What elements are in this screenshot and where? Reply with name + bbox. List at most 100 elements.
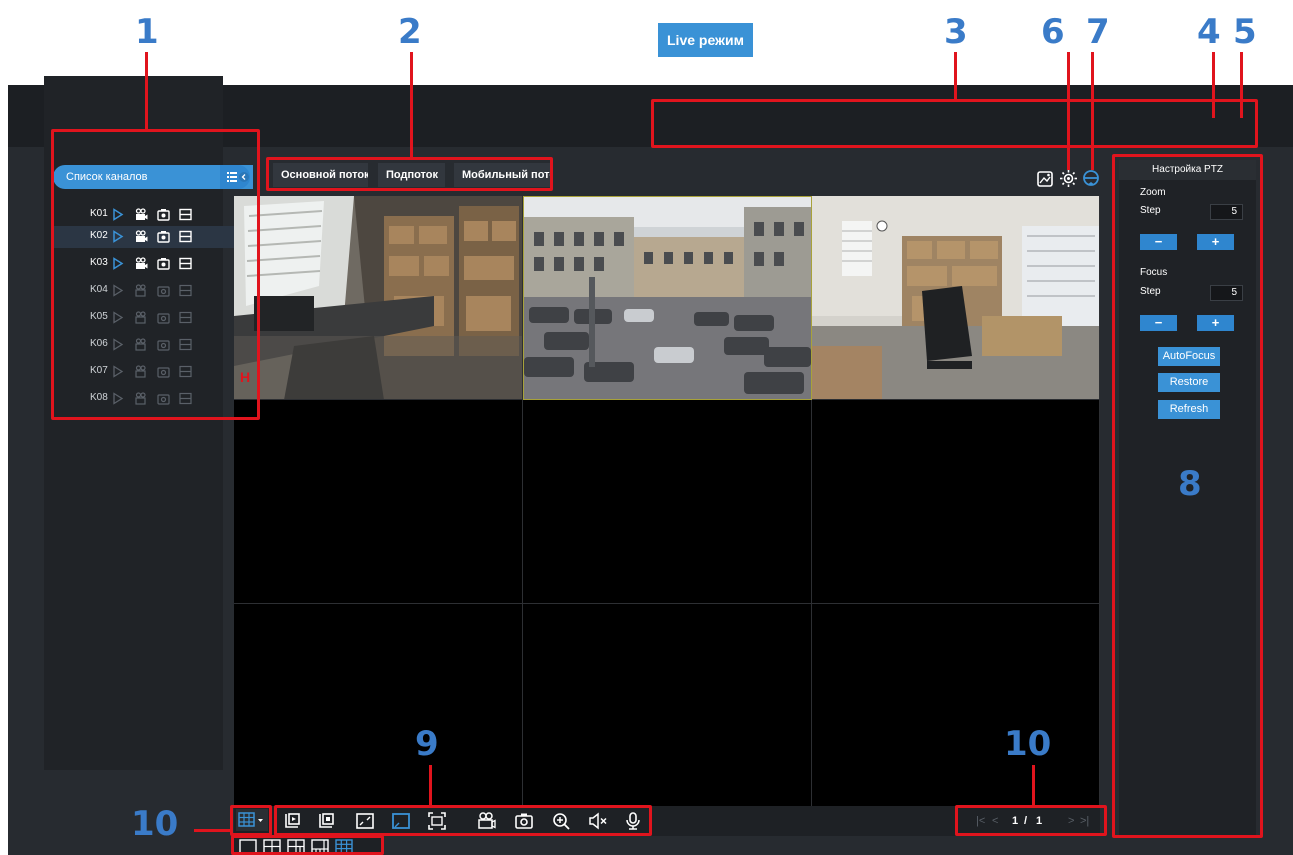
autofocus-button[interactable]: AutoFocus [1158, 347, 1220, 366]
tab-playback[interactable]: Воспроизведение [771, 23, 896, 57]
layout-1-icon[interactable] [239, 839, 257, 854]
grid-layout-icon [238, 812, 263, 827]
focus-step-input[interactable]: 5 [1210, 285, 1243, 301]
video-tile-6[interactable] [812, 400, 1100, 604]
record-icon[interactable] [135, 230, 148, 243]
first-page-icon[interactable]: |< [976, 815, 985, 827]
channel-row-k07[interactable]: K07 [53, 361, 253, 383]
leader-line-5 [1240, 52, 1243, 118]
tab-live-mode[interactable]: Live режим [658, 23, 753, 57]
stream-switch-icon[interactable] [179, 257, 192, 270]
zoom-label: Zoom [1140, 187, 1166, 198]
video-tile-1[interactable]: Н [234, 196, 523, 400]
prev-page-icon[interactable]: < [992, 815, 998, 827]
video-tile-9[interactable] [812, 604, 1100, 807]
last-page-icon[interactable]: >| [1080, 815, 1089, 827]
start-all-preview-icon[interactable] [282, 811, 302, 831]
svg-text:Н: Н [240, 369, 250, 385]
annotation-3: 3 [944, 12, 968, 52]
leader-line-6 [1067, 52, 1070, 170]
ptz-icon[interactable] [1082, 168, 1100, 188]
camera-feed-image: Н [234, 196, 522, 399]
color-settings-icon[interactable] [1059, 169, 1078, 188]
channel-label: K08 [90, 392, 108, 403]
page-separator: / [1024, 815, 1028, 827]
stream-switch-icon[interactable] [179, 230, 192, 243]
leader-line-1 [145, 52, 148, 130]
play-icon[interactable] [111, 257, 124, 270]
video-tile-7[interactable] [234, 604, 523, 807]
channel-row-k06[interactable]: K06 [53, 334, 253, 356]
zoom-step-input[interactable]: 5 [1210, 204, 1243, 220]
record-icon[interactable] [135, 208, 148, 221]
play-icon[interactable] [111, 230, 124, 243]
next-page-icon[interactable]: > [1068, 815, 1074, 827]
channel-label: K02 [90, 230, 108, 241]
layout-8-icon[interactable] [311, 839, 329, 854]
snapshot-icon[interactable] [157, 230, 170, 243]
microphone-icon[interactable] [623, 811, 643, 831]
zoom-minus-button[interactable]: − [1140, 234, 1177, 250]
layout-6-icon[interactable] [287, 839, 305, 854]
record-all-icon[interactable] [477, 811, 497, 831]
stream-switch-icon [179, 284, 192, 297]
annotation-10-layout: 10 [131, 804, 179, 844]
annotation-9: 9 [415, 724, 439, 764]
mobile-stream-button[interactable]: Мобильный поток [454, 163, 553, 187]
snapshot-icon [157, 286, 170, 297]
stream-switch-icon[interactable] [179, 208, 192, 221]
channel-label: K05 [90, 311, 108, 322]
focus-minus-button[interactable]: − [1140, 315, 1177, 331]
play-icon[interactable] [111, 208, 124, 221]
layout-4-icon[interactable] [263, 839, 281, 854]
record-icon[interactable] [135, 257, 148, 270]
video-tile-4[interactable] [234, 400, 523, 604]
main-stream-button[interactable]: Основной поток [273, 163, 368, 187]
play-icon [113, 392, 124, 405]
channel-row-k04[interactable]: K04 [53, 280, 253, 302]
restore-button[interactable]: Restore [1158, 373, 1220, 392]
pager: |< < 1 / 1 > >| [960, 810, 1100, 832]
video-tile-5[interactable] [523, 400, 812, 604]
stretch-ratio-icon[interactable] [391, 811, 411, 831]
camera-feed-image [812, 196, 1099, 399]
channel-label: K03 [90, 257, 108, 268]
channel-row-k02[interactable]: K02 [53, 226, 253, 248]
image-adjust-icon[interactable] [1036, 170, 1054, 188]
fullscreen-icon[interactable] [427, 811, 447, 831]
snapshot-icon[interactable] [157, 257, 170, 270]
snapshot-icon [157, 367, 170, 378]
stop-all-preview-icon[interactable] [316, 811, 336, 831]
channel-list-menu-button[interactable] [220, 165, 250, 189]
snapshot-all-icon[interactable] [514, 811, 534, 831]
mute-icon[interactable] [588, 811, 608, 831]
channel-row-k05[interactable]: K05 [53, 307, 253, 329]
record-icon [135, 365, 146, 378]
digital-zoom-icon[interactable] [551, 811, 571, 831]
stream-switch-icon [179, 392, 192, 405]
snapshot-icon [157, 313, 170, 324]
layout-selector-button[interactable] [236, 809, 268, 831]
annotation-2: 2 [398, 12, 422, 52]
video-tile-2[interactable] [523, 196, 812, 400]
channel-row-k08[interactable]: K08 [53, 388, 253, 410]
annotation-4: 4 [1197, 12, 1221, 52]
play-icon [113, 284, 124, 297]
snapshot-icon[interactable] [157, 208, 170, 221]
focus-step-label: Step [1140, 286, 1161, 297]
video-tile-8[interactable] [523, 604, 812, 807]
play-icon [113, 311, 124, 324]
sub-stream-button[interactable]: Подпоток [378, 163, 445, 187]
channel-row-k01[interactable]: K01 [53, 204, 253, 226]
channel-row-k03[interactable]: K03 [53, 253, 253, 275]
layout-menu [234, 837, 382, 855]
layout-9-icon[interactable] [335, 839, 353, 854]
play-icon [113, 338, 124, 351]
record-icon [135, 311, 146, 324]
zoom-plus-button[interactable]: + [1197, 234, 1234, 250]
zoom-step-label: Step [1140, 205, 1161, 216]
original-ratio-icon[interactable] [355, 811, 375, 831]
focus-plus-button[interactable]: + [1197, 315, 1234, 331]
refresh-button[interactable]: Refresh [1158, 400, 1220, 419]
video-tile-3[interactable] [812, 196, 1100, 400]
